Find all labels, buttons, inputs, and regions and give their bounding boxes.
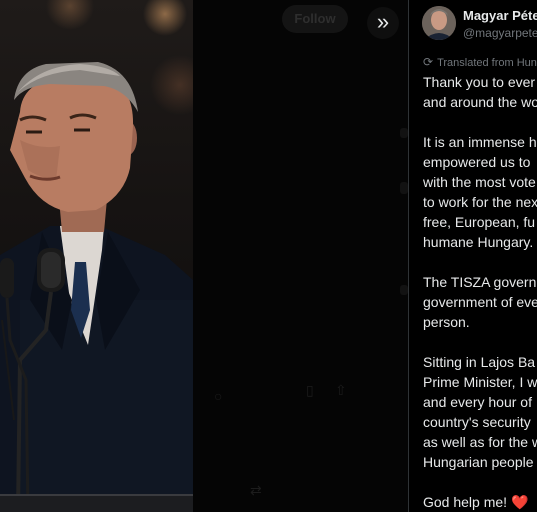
- share-icon[interactable]: ⇧: [335, 382, 347, 399]
- retweet-icon[interactable]: ⇄: [250, 482, 262, 499]
- tweet-line: person.: [423, 314, 470, 330]
- closing-text: God help me!: [423, 494, 508, 510]
- background-text-line: [400, 128, 408, 138]
- tweet-paragraph: God help me! ❤️: [423, 492, 537, 512]
- tweet-line: Hungarian people: [423, 454, 534, 470]
- author-name[interactable]: Magyar Péte: [463, 8, 537, 23]
- tweet-line: The TISZA governm: [423, 274, 537, 290]
- tweet-paragraph: It is an immense h empowered us to with …: [423, 132, 537, 252]
- tweet-line: government of eve: [423, 294, 537, 310]
- tweet-paragraph: Thank you to ever and around the wo: [423, 72, 537, 112]
- tweet-line: Prime Minister, I w: [423, 374, 537, 390]
- chevrons-right-icon: »: [376, 9, 390, 34]
- translated-text: Translated from Hun: [437, 57, 537, 69]
- tweet-line: Sitting in Lajos Ba: [423, 354, 536, 370]
- background-text-line: [400, 182, 408, 194]
- avatar[interactable]: [422, 6, 456, 40]
- background-text-line: [400, 285, 408, 295]
- tweet-closing-line: God help me! ❤️: [423, 492, 537, 512]
- translate-icon: ⟳: [423, 55, 434, 69]
- tweet-line: country's security: [423, 414, 531, 430]
- tweet-line: as well as for the w: [423, 434, 537, 450]
- heart-icon: ❤️: [510, 494, 529, 510]
- tweet-detail-panel: Magyar Péte @magyarpete ⟳ Translated from…: [408, 0, 537, 512]
- reply-icon[interactable]: ○: [214, 388, 222, 404]
- tweet-line: It is an immense h: [423, 134, 537, 150]
- tweet-line: humane Hungary.: [423, 234, 534, 250]
- tweet-line: and around the wo: [423, 94, 537, 110]
- avatar-image: [422, 6, 456, 40]
- author-handle[interactable]: @magyarpete: [463, 26, 537, 40]
- tweet-line: empowered us to: [423, 154, 531, 170]
- background-tweet-overlay: [193, 0, 408, 512]
- tweet-paragraph: Sitting in Lajos Ba Prime Minister, I w …: [423, 352, 537, 472]
- tweet-line: to work for the nex: [423, 194, 537, 210]
- photo-illustration: [0, 62, 193, 512]
- tweet-media-viewer: Follow ▯ ⇧ ○ ⇄ » Magyar Péte @magyarpete…: [0, 0, 537, 512]
- tweet-line: and every hour of: [423, 394, 532, 410]
- bookmark-icon[interactable]: ▯: [306, 382, 314, 399]
- tweet-text: Thank you to ever and around the wo It i…: [423, 72, 537, 512]
- tweet-line: with the most vote: [423, 174, 536, 190]
- tweet-line: Thank you to ever: [423, 74, 536, 90]
- tweet-photo[interactable]: [0, 0, 193, 512]
- tweet-paragraph: The TISZA governm government of eve pers…: [423, 272, 537, 332]
- translated-label[interactable]: ⟳ Translated from Hun: [423, 55, 537, 69]
- tweet-line: free, European, fu: [423, 214, 536, 230]
- follow-button[interactable]: Follow: [282, 5, 348, 33]
- collapse-panel-button[interactable]: »: [367, 7, 399, 39]
